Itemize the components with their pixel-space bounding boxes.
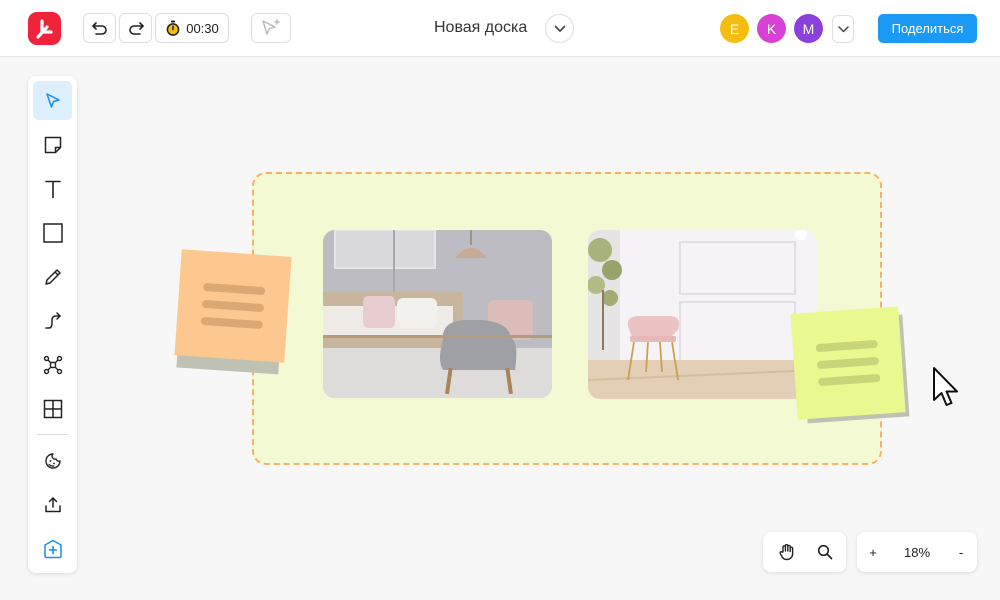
chevron-down-icon <box>554 25 565 32</box>
share-button[interactable]: Поделиться <box>878 14 977 43</box>
sticker-icon <box>44 452 61 469</box>
grid-icon <box>43 399 62 418</box>
upload-tool[interactable] <box>33 485 72 524</box>
mind-map-tool[interactable] <box>33 345 72 384</box>
zoom-search-button[interactable] <box>807 532 843 572</box>
square-icon <box>42 222 63 243</box>
sticky-note-orange[interactable] <box>174 249 292 363</box>
sticky-note-icon <box>44 136 61 153</box>
select-tool[interactable] <box>33 81 72 120</box>
mouse-cursor-icon <box>933 367 958 406</box>
left-toolbar <box>28 76 77 573</box>
presentation-button[interactable] <box>251 13 291 43</box>
sticker-tool[interactable] <box>33 441 72 480</box>
avatar-initial: K <box>766 20 777 37</box>
connector-tool[interactable] <box>33 301 72 340</box>
hand-icon <box>779 543 794 561</box>
sticky-text-line <box>200 316 264 330</box>
board-title[interactable]: Новая доска <box>434 19 527 37</box>
pan-tool-button[interactable] <box>769 532 805 572</box>
living-room-photo[interactable] <box>323 230 552 398</box>
timer-button[interactable]: 00:30 <box>155 13 229 43</box>
upload-icon <box>44 496 61 512</box>
cursor-follow-icon <box>262 19 280 35</box>
zoom-in-button[interactable]: + <box>861 532 885 572</box>
avatar-initial: E <box>729 20 740 37</box>
avatar-initial: M <box>802 20 815 37</box>
curved-arrow-icon <box>44 311 61 329</box>
sticky-text-line <box>815 339 879 353</box>
shape-tool[interactable] <box>33 213 72 252</box>
table-tool[interactable] <box>33 389 72 428</box>
mind-map-icon <box>43 355 62 374</box>
redo-icon <box>128 22 144 35</box>
zoom-level[interactable]: 18% <box>893 532 941 572</box>
sticky-note-green[interactable] <box>790 306 906 420</box>
sticky-text-line <box>201 299 265 313</box>
pointer-icon <box>45 92 60 108</box>
navigation-panel <box>763 532 846 572</box>
redo-button[interactable] <box>119 13 152 43</box>
sticky-text-line <box>202 282 266 296</box>
sticky-text-line <box>817 373 881 387</box>
board-menu-button[interactable] <box>545 14 574 43</box>
undo-button[interactable] <box>83 13 116 43</box>
undo-icon <box>91 22 107 35</box>
timer-value: 00:30 <box>186 20 219 36</box>
toolbar-divider <box>37 434 68 435</box>
add-tool[interactable] <box>33 529 72 568</box>
white-room-image <box>588 230 817 399</box>
text-icon <box>44 180 61 198</box>
plus-box-icon <box>43 539 62 558</box>
chevron-down-icon <box>837 25 849 32</box>
zoom-panel: + 18% - <box>857 532 977 572</box>
text-tool[interactable] <box>33 169 72 208</box>
pen-tool[interactable] <box>33 257 72 296</box>
avatar[interactable]: M <box>794 14 823 43</box>
sticky-text-line <box>816 356 880 370</box>
top-bar: 00:30 Новая доска E K M Поделиться <box>0 0 1000 57</box>
zoom-out-button[interactable]: - <box>949 532 973 572</box>
white-room-photo[interactable] <box>588 230 817 399</box>
logo-icon <box>35 18 53 39</box>
search-icon <box>817 544 833 560</box>
avatar[interactable]: K <box>757 14 786 43</box>
avatar[interactable]: E <box>720 14 749 43</box>
collaborators-menu-button[interactable] <box>832 15 854 43</box>
app-logo[interactable] <box>28 12 61 45</box>
sticky-note-tool[interactable] <box>33 125 72 164</box>
pencil-icon <box>44 268 61 285</box>
living-room-image <box>323 230 552 398</box>
stopwatch-icon <box>166 20 180 36</box>
